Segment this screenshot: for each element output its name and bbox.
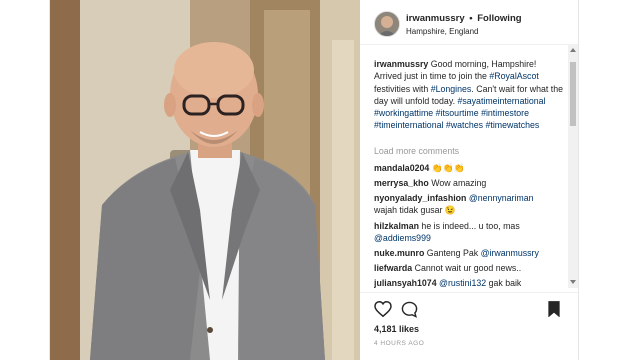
comment-text: wajah tidak gusar 😉 bbox=[374, 205, 456, 215]
likes-count[interactable]: 4,181 likes bbox=[374, 324, 419, 334]
photo-illustration bbox=[50, 0, 360, 360]
comment-username[interactable]: liefwarda bbox=[374, 263, 412, 273]
caption-text-2: festivities with bbox=[374, 83, 431, 94]
load-more-comments-button[interactable]: Load more comments bbox=[374, 146, 459, 156]
comment-text: Cannot wait ur good news.. bbox=[412, 263, 522, 273]
comment-row: hilzkalman he is indeed... u too, mas bbox=[374, 220, 566, 232]
page: irwanmussry • Following Hampshire, Engla… bbox=[0, 0, 640, 360]
heart-icon[interactable] bbox=[374, 301, 392, 317]
comment-username[interactable]: mandala0204 bbox=[374, 163, 429, 173]
post-timestamp[interactable]: 4 HOURS AGO bbox=[374, 340, 424, 347]
header-username-row: irwanmussry • Following bbox=[406, 13, 522, 24]
post-header: irwanmussry • Following Hampshire, Engla… bbox=[360, 0, 578, 45]
comment-username[interactable]: nyonyalady_infashion bbox=[374, 193, 466, 203]
caption-author[interactable]: irwanmussry bbox=[374, 59, 428, 69]
comment-row: liefwarda Cannot wait ur good news.. bbox=[374, 262, 566, 274]
comment-text: Wow amazing bbox=[428, 178, 487, 188]
comment-row: juliansyah1074 @rustini132 gak baik bbox=[374, 277, 566, 288]
comment-row: mandala0204 👏👏👏 bbox=[374, 162, 566, 174]
comment-username[interactable]: juliansyah1074 bbox=[374, 278, 437, 288]
comment-mention[interactable]: @addiems999 bbox=[374, 233, 431, 243]
post-photo[interactable] bbox=[50, 0, 360, 360]
comments-scrollbar[interactable] bbox=[568, 44, 578, 288]
hashtag-longines[interactable]: #Longines bbox=[431, 84, 472, 94]
post-sidebar: irwanmussry • Following Hampshire, Engla… bbox=[360, 0, 578, 360]
comment-row: nyonyalady_infashion @nennynariman bbox=[374, 192, 566, 204]
following-button[interactable]: Following bbox=[477, 13, 521, 24]
comment-row: nuke.munro Ganteng Pak @irwanmussry bbox=[374, 247, 566, 259]
comment-username[interactable]: hilzkalman bbox=[374, 221, 419, 231]
comment-text: 👏👏👏 bbox=[429, 163, 465, 173]
comment-text: he is indeed... u too, mas bbox=[418, 221, 520, 231]
scrollbar-thumb[interactable] bbox=[570, 62, 576, 126]
comment-text: gak baik bbox=[486, 278, 522, 288]
header-username[interactable]: irwanmussry bbox=[406, 13, 465, 24]
location-link[interactable]: Hampshire, England bbox=[406, 27, 478, 36]
avatar[interactable] bbox=[374, 11, 400, 37]
speech-bubble-icon[interactable] bbox=[401, 301, 418, 318]
comment-continuation: wajah tidak gusar 😉 bbox=[374, 204, 566, 216]
scroll-up-arrow-icon[interactable] bbox=[570, 48, 576, 52]
instagram-post: irwanmussry • Following Hampshire, Engla… bbox=[49, 0, 579, 360]
caption: irwanmussry Good morning, Hampshire! Arr… bbox=[374, 58, 564, 132]
bookmark-icon[interactable] bbox=[548, 301, 560, 317]
post-actions: 4,181 likes 4 HOURS AGO bbox=[360, 292, 578, 361]
comment-mention[interactable]: @rustini132 bbox=[439, 278, 486, 288]
comment-mention[interactable]: @irwanmussry bbox=[481, 248, 539, 258]
comment-text: Ganteng Pak bbox=[424, 248, 481, 258]
comment-username[interactable]: nuke.munro bbox=[374, 248, 424, 258]
comments-panel[interactable]: irwanmussry Good morning, Hampshire! Arr… bbox=[360, 44, 568, 288]
scroll-down-arrow-icon[interactable] bbox=[570, 280, 576, 284]
header-separator: • bbox=[469, 13, 473, 24]
comment-mention[interactable]: @nennynariman bbox=[469, 193, 534, 203]
avatar-image bbox=[375, 12, 399, 36]
comment-continuation: @addiems999 bbox=[374, 232, 566, 244]
comment-username[interactable]: merrysa_kho bbox=[374, 178, 429, 188]
hashtag-royalascot[interactable]: #RoyalAscot bbox=[489, 71, 538, 81]
comment-row: merrysa_kho Wow amazing bbox=[374, 177, 566, 189]
